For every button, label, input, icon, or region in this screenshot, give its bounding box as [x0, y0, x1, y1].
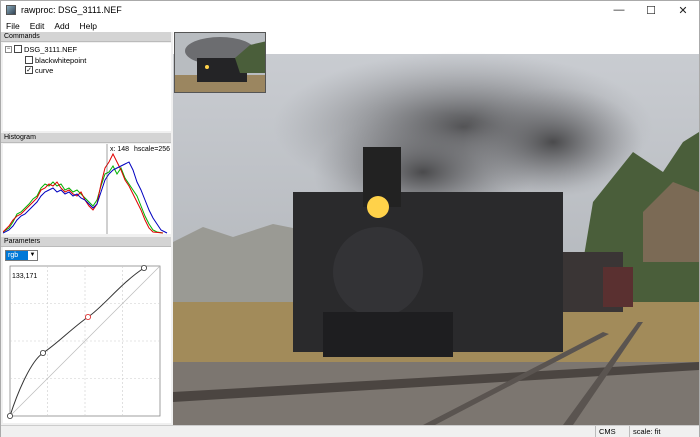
commands-panel-title: Commands	[1, 32, 171, 42]
identity-line	[9, 265, 161, 417]
histogram-red	[2, 152, 164, 234]
tree-root-label: DSG_3111.NEF	[24, 44, 78, 54]
histogram-plot	[2, 144, 168, 234]
curve-checkbox[interactable]: ✓	[25, 66, 33, 74]
title-bar[interactable]: rawproc: DSG_3111.NEF — ☐ ✕	[1, 1, 699, 19]
parameters-panel: rgb ▼ 133,171	[3, 247, 171, 423]
minimize-button[interactable]: —	[603, 1, 635, 19]
histogram-x-readout: x: 148	[110, 146, 130, 153]
menu-file[interactable]: File	[1, 21, 25, 31]
chevron-down-icon: ▼	[29, 252, 36, 258]
menu-bar: File Edit Add Help	[1, 19, 699, 32]
curve-point-3[interactable]	[140, 265, 147, 271]
histogram-hscale-readout: hscale=256	[134, 146, 171, 153]
app-icon	[6, 5, 16, 15]
menu-add[interactable]: Add	[49, 21, 74, 31]
channel-select[interactable]: rgb ▼	[5, 250, 38, 261]
collapse-icon[interactable]: −	[5, 45, 12, 53]
tree-root[interactable]: − DSG_3111.NEF	[5, 44, 77, 54]
tree-item-curve[interactable]: ✓ curve	[25, 65, 53, 75]
thumbnail-preview	[175, 33, 265, 92]
channel-select-value: rgb	[6, 251, 28, 260]
curve-editor[interactable]	[3, 263, 171, 423]
blackwhitepoint-checkbox[interactable]	[25, 56, 33, 64]
tree-item-blackwhitepoint[interactable]: blackwhitepoint	[25, 55, 86, 65]
curve-point-0[interactable]	[7, 412, 13, 419]
tree-item-label: curve	[35, 65, 54, 75]
parameters-panel-title: Parameters	[1, 237, 171, 247]
tone-curve	[9, 267, 145, 417]
close-button[interactable]: ✕	[667, 1, 699, 19]
menu-edit[interactable]: Edit	[25, 21, 50, 31]
curve-point-1[interactable]	[40, 350, 47, 357]
histogram[interactable]: x: 148 hscale=256	[2, 144, 171, 234]
tree-item-label: blackwhitepoint	[35, 55, 87, 65]
menu-help[interactable]: Help	[74, 21, 101, 31]
window-title: rawproc: DSG_3111.NEF	[21, 5, 122, 15]
status-cms: CMS	[595, 426, 629, 437]
app-window: rawproc: DSG_3111.NEF — ☐ ✕ File Edit Ad…	[0, 0, 700, 437]
status-scale: scale: fit	[629, 426, 699, 437]
maximize-button[interactable]: ☐	[635, 1, 667, 19]
curve-point-selected[interactable]	[84, 313, 92, 321]
root-checkbox[interactable]	[14, 45, 22, 53]
command-tree[interactable]: − DSG_3111.NEF blackwhitepoint ✓ curve	[3, 43, 171, 131]
image-thumbnail[interactable]	[174, 32, 266, 93]
histogram-panel-title: Histogram	[1, 133, 171, 143]
status-bar: CMS scale: fit	[1, 425, 699, 437]
